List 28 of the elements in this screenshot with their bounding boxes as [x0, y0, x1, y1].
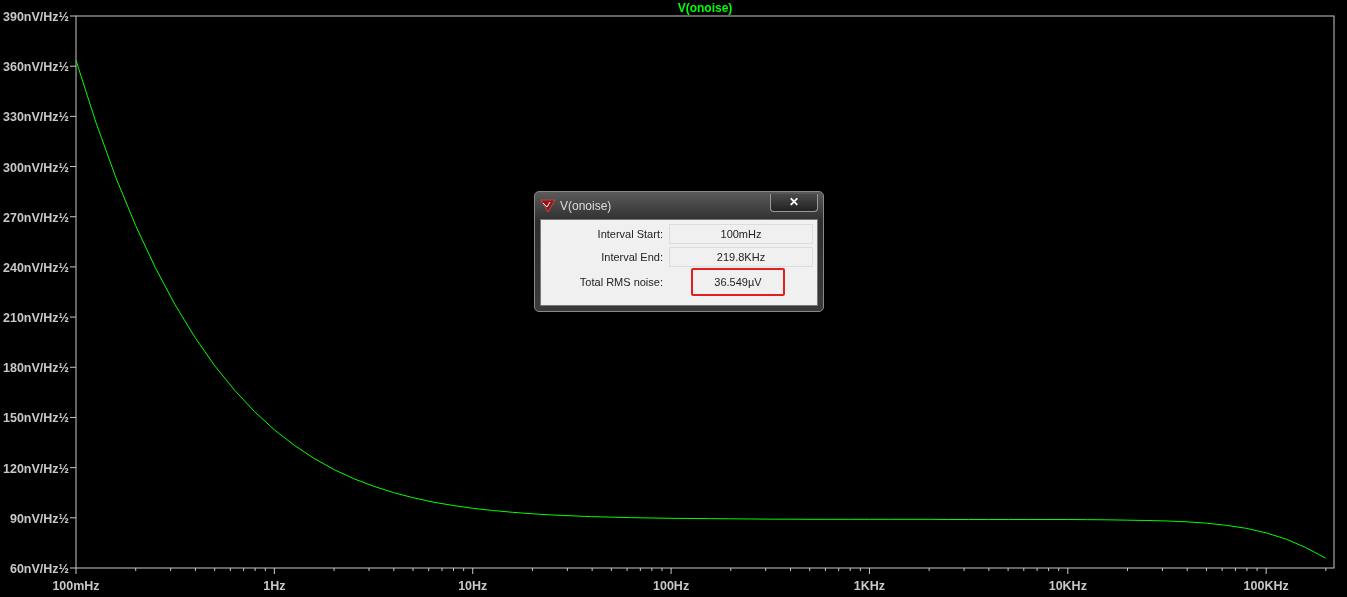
x-tick-label: 10KHz — [1048, 579, 1087, 593]
value-field: 219.8KHz — [669, 247, 813, 267]
y-tick-label: 150nV/Hz½ — [3, 411, 69, 426]
y-tick-label: 360nV/Hz½ — [3, 60, 69, 75]
y-tick-label: 210nV/Hz½ — [3, 311, 69, 326]
x-tick-label: 100KHz — [1243, 579, 1289, 593]
y-tick-label: 120nV/Hz½ — [3, 461, 69, 476]
y-tick-label: 390nV/Hz½ — [3, 10, 69, 24]
trace-label: V(onoise) — [677, 1, 733, 15]
value-field: 36.549µV — [691, 268, 785, 296]
x-tick-label: 10Hz — [458, 579, 488, 593]
y-tick-label: 90nV/Hz½ — [9, 511, 69, 526]
y-tick-label: 300nV/Hz½ — [3, 160, 69, 175]
close-button[interactable]: ✕ — [770, 193, 818, 212]
dialog-title: V(onoise) — [560, 198, 613, 213]
y-tick-label: 270nV/Hz½ — [3, 210, 69, 225]
value-field: 100mHz — [669, 224, 813, 244]
y-tick-label: 240nV/Hz½ — [3, 260, 69, 275]
field-label: Interval End: — [600, 251, 663, 263]
y-tick-label: 330nV/Hz½ — [3, 110, 69, 125]
y-tick-label: 60nV/Hz½ — [9, 562, 69, 576]
x-tick-label: 1Hz — [263, 579, 286, 593]
y-tick-label: 180nV/Hz½ — [3, 361, 69, 376]
x-tick-label: 100mHz — [52, 579, 100, 593]
x-tick-label: 100Hz — [653, 579, 690, 593]
x-tick-label: 1KHz — [853, 579, 886, 593]
field-label: Interval Start: — [596, 228, 663, 240]
field-label: Total RMS noise: — [578, 276, 663, 288]
